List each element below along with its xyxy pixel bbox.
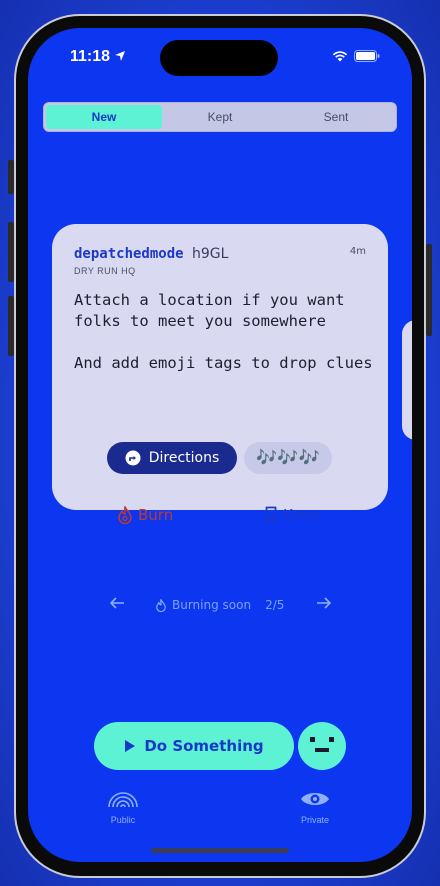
- arrow-right-icon[interactable]: [315, 594, 333, 612]
- author-line: depatchedmode h9GL: [74, 246, 228, 262]
- arrow-left-icon[interactable]: [108, 594, 126, 612]
- app-screen: 11:18 New Kept Sent depatchedmode h9GL D…: [28, 28, 412, 862]
- flame-icon: [118, 506, 132, 524]
- emoji-tags-chip[interactable]: 🎶🎶🎶: [244, 442, 332, 474]
- inbox-segmented-control: New Kept Sent: [43, 102, 397, 132]
- next-card-peek[interactable]: [402, 320, 412, 440]
- tab-private-label: Private: [300, 815, 329, 825]
- pager-status-text: Burning soon: [172, 598, 252, 612]
- face-mouth: [315, 748, 329, 752]
- status-bar: 11:18: [28, 28, 412, 88]
- home-indicator[interactable]: [151, 848, 289, 853]
- flame-small-icon: [156, 598, 166, 612]
- face-right-eye: [329, 737, 334, 742]
- segment-sent[interactable]: Sent: [278, 105, 394, 129]
- wifi-icon: [332, 51, 348, 62]
- place-label: DRY RUN HQ: [74, 266, 136, 276]
- directions-label: Directions: [148, 450, 220, 466]
- author-name: depatchedmode: [74, 246, 184, 262]
- dynamic-island: [160, 40, 278, 76]
- play-icon: [125, 740, 136, 752]
- clock: 11:18: [70, 48, 111, 65]
- tab-public[interactable]: Public: [93, 790, 153, 825]
- power-button: [426, 244, 432, 336]
- segment-new[interactable]: New: [46, 105, 162, 129]
- do-something-button[interactable]: Do Something: [94, 722, 294, 770]
- rainbow-icon: [108, 792, 138, 808]
- battery-icon: [354, 50, 380, 62]
- message-age: 4m: [349, 246, 366, 257]
- segment-kept[interactable]: Kept: [162, 105, 278, 129]
- tab-public-label: Public: [110, 815, 136, 825]
- pager-position: 2/5: [265, 598, 285, 612]
- eye-icon: [301, 793, 329, 805]
- keep-button[interactable]: Keep: [265, 506, 320, 524]
- system-indicators: [332, 50, 380, 62]
- message-card: depatchedmode h9GL DRY RUN HQ 4m Attach …: [52, 224, 388, 524]
- card-pager: Burning soon 2/5: [28, 594, 412, 618]
- author-code: h9GL: [192, 246, 229, 262]
- profile-face-button[interactable]: [298, 722, 346, 770]
- pager-status: Burning soon 2/5: [156, 598, 284, 612]
- burn-label: Burn: [138, 506, 174, 524]
- message-body: Attach a location if you want folks to m…: [74, 291, 373, 372]
- location-arrow-icon: [115, 51, 125, 61]
- keep-label: Keep: [283, 506, 321, 524]
- directions-button[interactable]: Directions: [107, 442, 237, 474]
- burn-button[interactable]: Burn: [118, 506, 173, 524]
- cta-label: Do Something: [144, 737, 264, 755]
- bookmark-icon: [265, 506, 277, 524]
- face-left-eye: [310, 737, 315, 742]
- directions-icon: [125, 450, 141, 466]
- tab-private[interactable]: Private: [285, 790, 345, 825]
